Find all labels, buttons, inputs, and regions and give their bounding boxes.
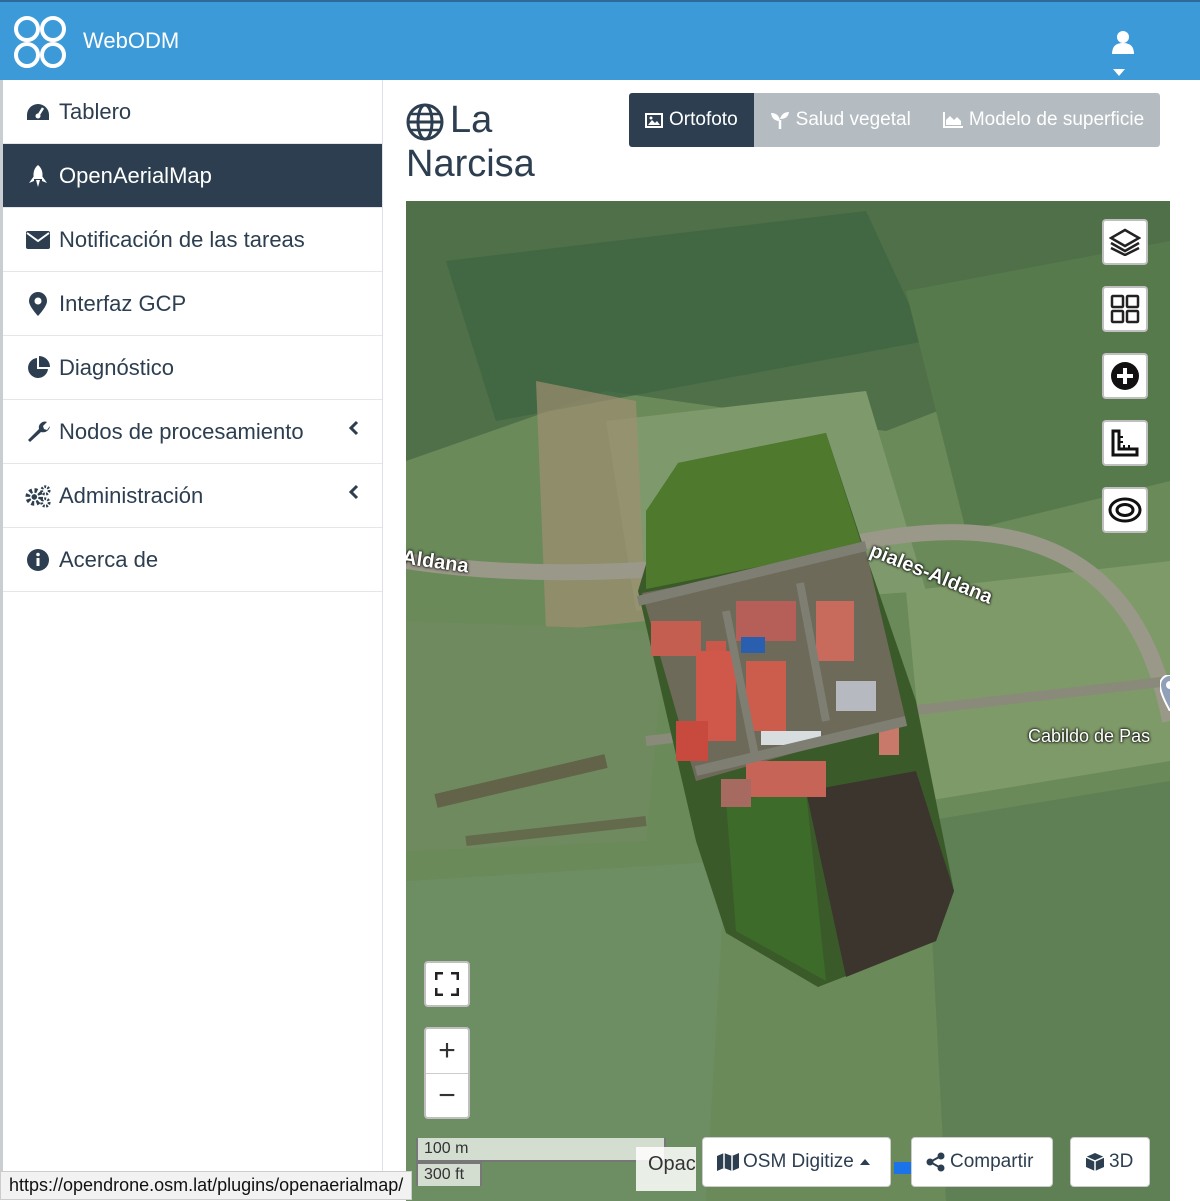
envelope-icon — [25, 227, 51, 253]
pie-chart-icon — [25, 355, 51, 381]
layer-tabs: Ortofoto Salud vegetal Modelo de superfi… — [629, 93, 1161, 147]
wrench-icon — [25, 419, 51, 445]
satellite-imagery[interactable] — [406, 201, 1170, 1201]
seedling-icon — [770, 112, 789, 129]
sidebar-item-label: Acerca de — [59, 546, 159, 572]
sidebar-item-label: OpenAerialMap — [59, 162, 212, 188]
osm-digitize-label: OSM Digitize — [743, 1151, 854, 1172]
sidebar-item-openaerialmap[interactable]: OpenAerialMap — [3, 144, 382, 208]
plus-circle-icon — [1111, 362, 1139, 390]
caret-up-icon — [859, 1159, 870, 1165]
page-title: La Narcisa — [406, 98, 626, 186]
info-icon — [25, 547, 51, 573]
main-content: La Narcisa Ortofoto Salud vegetal Modelo… — [384, 80, 1200, 1201]
sidebar-item-dashboard[interactable]: Tablero — [3, 80, 382, 144]
sidebar-item-processing-nodes[interactable]: Nodos de procesamiento — [3, 400, 382, 464]
target-control[interactable] — [1102, 487, 1148, 533]
image-icon — [645, 112, 663, 128]
measure-control[interactable] — [1102, 420, 1148, 466]
zoom-in-button[interactable]: + — [426, 1029, 468, 1074]
fullscreen-icon — [435, 972, 459, 996]
grid-control[interactable] — [1102, 286, 1148, 332]
sidebar-item-about[interactable]: Acerca de — [3, 528, 382, 592]
sidebar-item-label: Interfaz GCP — [59, 290, 187, 316]
tab-label: Modelo de superficie — [968, 109, 1145, 130]
grid-icon — [1110, 294, 1140, 324]
top-navbar: WebODM — [0, 0, 1200, 80]
sidebar-item-label: Notificación de las tareas — [59, 226, 305, 252]
fullscreen-control[interactable] — [424, 961, 470, 1007]
layers-control[interactable] — [1102, 219, 1148, 265]
sidebar: Tablero OpenAerialMap Notificación de la… — [0, 80, 383, 1200]
brand-name[interactable]: WebODM — [83, 28, 179, 54]
color-swatch — [894, 1162, 912, 1174]
3d-button[interactable]: 3D — [1070, 1137, 1150, 1187]
rocket-icon — [25, 163, 51, 189]
sidebar-item-administration[interactable]: Administración — [3, 464, 382, 528]
target-icon — [1108, 497, 1142, 523]
3d-label: 3D — [1109, 1151, 1134, 1172]
zoom-control: + − — [424, 1027, 470, 1119]
globe-icon — [406, 103, 444, 141]
sidebar-item-label: Administración — [59, 482, 204, 508]
sidebar-item-label: Nodos de procesamiento — [59, 418, 304, 444]
zoom-out-button[interactable]: − — [426, 1074, 468, 1118]
webodm-logo-icon[interactable] — [12, 14, 68, 70]
share-button[interactable]: Compartir — [911, 1137, 1053, 1187]
area-chart-icon — [942, 112, 963, 128]
add-control[interactable] — [1102, 353, 1148, 399]
share-icon — [926, 1152, 945, 1172]
scale-imperial: 300 ft — [416, 1162, 482, 1186]
sidebar-item-diagnostics[interactable]: Diagnóstico — [3, 336, 382, 400]
layers-icon — [1109, 228, 1141, 256]
place-label: Cabildo de Pas — [1028, 726, 1151, 746]
tab-plant-health[interactable]: Salud vegetal — [753, 93, 927, 147]
ruler-icon — [1111, 429, 1139, 457]
map-view[interactable]: Aldana piales-Aldana Cabildo de Pas + − — [406, 201, 1170, 1201]
status-bar-url: https://opendrone.osm.lat/plugins/openae… — [0, 1171, 413, 1200]
tab-orthophoto[interactable]: Ortofoto — [629, 93, 754, 147]
tab-label: Ortofoto — [669, 109, 738, 130]
map-marker-icon — [25, 291, 51, 317]
scale-metric: 100 m — [416, 1138, 666, 1162]
chevron-left-icon[interactable] — [348, 484, 360, 500]
map-pin-icon[interactable] — [1160, 675, 1170, 711]
sidebar-item-label: Tablero — [59, 98, 132, 124]
sidebar-item-label: Diagnóstico — [59, 354, 174, 380]
osm-digitize-button[interactable]: OSM Digitize — [702, 1137, 891, 1187]
tab-surface-model[interactable]: Modelo de superficie — [926, 93, 1161, 147]
dashboard-icon — [25, 99, 51, 125]
sidebar-item-gcp-interface[interactable]: Interfaz GCP — [3, 272, 382, 336]
share-label: Compartir — [950, 1151, 1034, 1172]
opacity-label[interactable]: Opac — [636, 1147, 696, 1191]
cogs-icon — [25, 483, 51, 509]
chevron-left-icon[interactable] — [348, 420, 360, 436]
user-icon — [1112, 31, 1134, 54]
cube-icon — [1085, 1153, 1105, 1171]
scale-bar: 100 m 300 ft — [416, 1138, 666, 1186]
tab-label: Salud vegetal — [795, 109, 911, 130]
user-menu[interactable] — [1112, 30, 1150, 76]
sidebar-item-task-notification[interactable]: Notificación de las tareas — [3, 208, 382, 272]
map-icon — [717, 1153, 739, 1171]
